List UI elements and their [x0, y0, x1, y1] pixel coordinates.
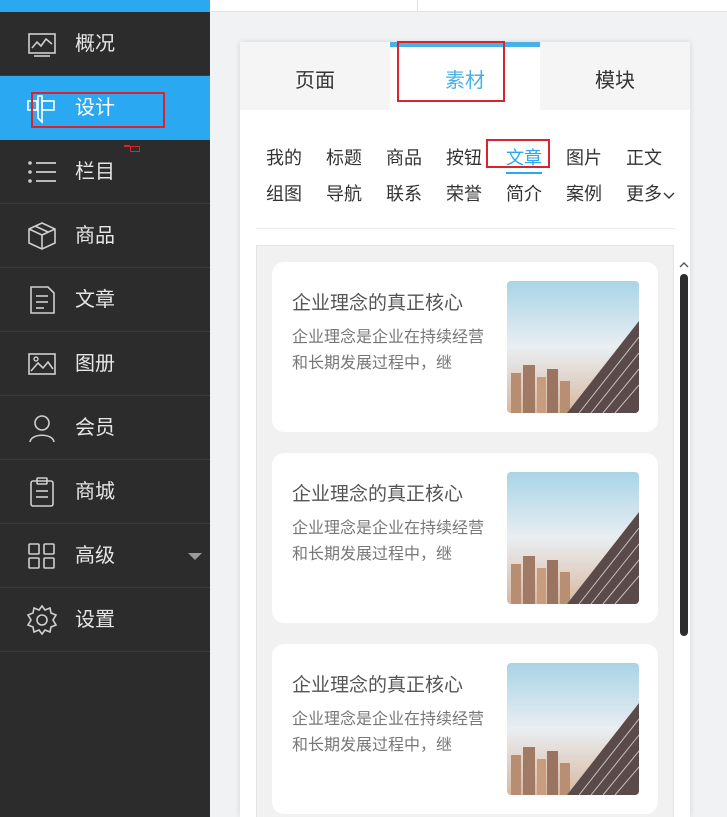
top-bar — [210, 0, 727, 12]
sidebar-item-label: 会员 — [75, 415, 115, 439]
article-card[interactable]: 企业理念的真正核心 企业理念是企业在持续经营和长期发展过程中，继 — [272, 453, 658, 623]
category-image[interactable]: 图片 — [566, 147, 602, 171]
user-icon — [26, 412, 58, 444]
divider — [256, 228, 676, 229]
sidebar-item-label: 设置 — [75, 607, 115, 631]
sidebar-item-advanced[interactable]: 高级 — [0, 524, 210, 588]
list-icon — [26, 156, 58, 188]
chevron-up-icon[interactable] — [679, 254, 689, 268]
sidebar-item-settings[interactable]: 设置 — [0, 588, 210, 652]
category-mine[interactable]: 我的 — [266, 147, 302, 171]
sidebar-item-label: 栏目 — [75, 159, 115, 183]
top-bar-divider — [417, 0, 418, 12]
chevron-down-icon[interactable] — [188, 553, 202, 560]
active-underline — [506, 172, 542, 174]
card-thumbnail — [507, 281, 639, 413]
card-thumbnail — [507, 663, 639, 795]
sidebar: 概况 设计 栏目 商品 文章 图册 会员 商城 高级 设置 — [0, 0, 210, 817]
category-navigation[interactable]: 导航 — [326, 183, 362, 207]
sidebar-item-label: 商城 — [75, 479, 115, 503]
category-product[interactable]: 商品 — [386, 147, 422, 171]
document-icon — [26, 284, 58, 316]
card-thumbnail — [507, 472, 639, 604]
chevron-down-icon — [663, 183, 675, 207]
category-more[interactable]: 更多 — [626, 183, 675, 207]
card-title: 企业理念的真正核心 — [292, 483, 464, 505]
sidebar-item-columns[interactable]: 栏目 — [0, 140, 210, 204]
sidebar-item-mall[interactable]: 商城 — [0, 460, 210, 524]
sidebar-item-label: 高级 — [75, 543, 115, 567]
grid-icon — [26, 540, 58, 572]
tab-page[interactable]: 页面 — [240, 42, 390, 110]
image-icon — [26, 348, 58, 380]
category-intro[interactable]: 简介 — [506, 183, 542, 207]
category-title[interactable]: 标题 — [326, 147, 362, 171]
material-list: 企业理念的真正核心 企业理念是企业在持续经营和长期发展过程中，继 企业理念的真正… — [256, 245, 674, 817]
card-description: 企业理念是企业在持续经营和长期发展过程中，继 — [292, 518, 485, 563]
card-title: 企业理念的真正核心 — [292, 292, 464, 314]
sidebar-item-label: 概况 — [75, 31, 115, 55]
sidebar-item-label: 商品 — [75, 223, 115, 247]
highlight-box — [486, 139, 550, 168]
card-description: 企业理念是企业在持续经营和长期发展过程中，继 — [292, 327, 485, 372]
sidebar-item-label: 图册 — [75, 351, 115, 375]
sidebar-item-articles[interactable]: 文章 — [0, 268, 210, 332]
sidebar-item-products[interactable]: 商品 — [0, 204, 210, 268]
sidebar-item-members[interactable]: 会员 — [0, 396, 210, 460]
scroll-thumb[interactable] — [680, 274, 688, 636]
category-honors[interactable]: 荣誉 — [446, 183, 482, 207]
sidebar-item-overview[interactable]: 概况 — [0, 12, 210, 76]
gear-icon — [26, 604, 58, 636]
category-button[interactable]: 按钮 — [446, 147, 482, 171]
scrollbar[interactable] — [677, 250, 691, 817]
box-icon — [26, 220, 58, 252]
article-card[interactable]: 企业理念的真正核心 企业理念是企业在持续经营和长期发展过程中，继 — [272, 644, 658, 814]
article-card[interactable]: 企业理念的真正核心 企业理念是企业在持续经营和长期发展过程中，继 — [272, 262, 658, 432]
category-body-text[interactable]: 正文 — [626, 147, 662, 171]
sidebar-item-albums[interactable]: 图册 — [0, 332, 210, 396]
clipboard-icon — [26, 476, 58, 508]
sidebar-item-label: 文章 — [75, 287, 115, 311]
card-title: 企业理念的真正核心 — [292, 674, 464, 696]
tab-modules[interactable]: 模块 — [540, 42, 690, 110]
chart-icon — [26, 28, 58, 60]
category-cases[interactable]: 案例 — [566, 183, 602, 207]
sidebar-top-stripe — [0, 0, 210, 12]
category-contact[interactable]: 联系 — [386, 183, 422, 207]
highlight-mark — [130, 146, 140, 152]
category-more-label: 更多 — [626, 184, 662, 205]
highlight-box — [31, 92, 165, 128]
material-panel: 页面 素材 模块 我的 标题 商品 按钮 文章 图片 正文 组图 导航 联系 荣… — [240, 42, 690, 817]
highlight-box — [397, 41, 505, 102]
card-description: 企业理念是企业在持续经营和长期发展过程中，继 — [292, 709, 485, 754]
category-gallery[interactable]: 组图 — [266, 183, 302, 207]
